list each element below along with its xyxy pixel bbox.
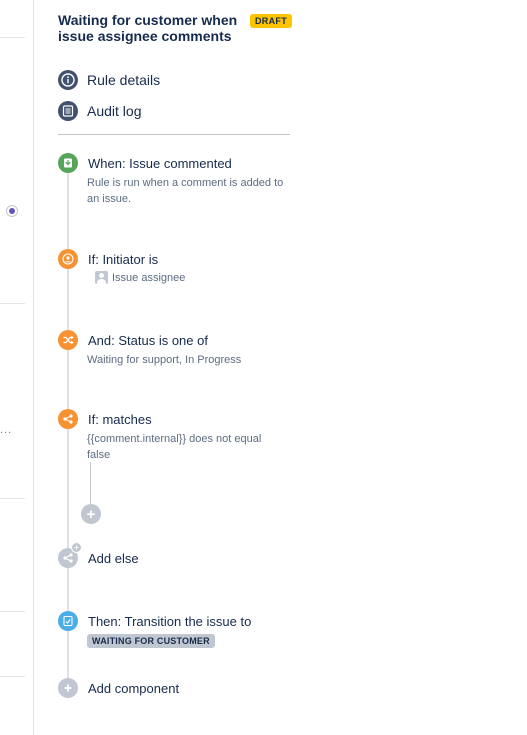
list-icon (58, 101, 78, 121)
branch-icon[interactable] (58, 409, 78, 429)
step-connector (67, 630, 69, 678)
condition-matches-title[interactable]: If: matches (88, 412, 152, 427)
trigger-title[interactable]: When: Issue commented (88, 156, 232, 171)
condition-status-description: Waiting for support, In Progress (87, 354, 242, 366)
info-icon (58, 70, 78, 90)
left-ellipsis: ... (0, 424, 13, 436)
add-component-button[interactable]: Add component (88, 681, 179, 696)
initiator-value-label: Issue assignee (112, 271, 186, 284)
section-divider (58, 134, 290, 135)
plus-icon[interactable] (58, 678, 78, 698)
action-transition-title[interactable]: Then: Transition the issue to (88, 614, 251, 629)
trigger-icon[interactable] (58, 153, 78, 173)
branch-line (90, 462, 91, 504)
audit-log-label: Audit log (87, 103, 142, 119)
left-radio-button[interactable] (6, 205, 18, 217)
add-else-button[interactable]: Add else (88, 551, 139, 566)
step-connector (67, 428, 69, 548)
transition-icon[interactable] (58, 611, 78, 631)
rule-details-link[interactable]: Rule details (58, 70, 160, 90)
condition-matches-description: {{comment.internal}} does not equal fals… (87, 433, 262, 461)
rule-title: Waiting for customer when issue assignee… (58, 12, 238, 44)
plus-icon: + (86, 505, 96, 523)
add-branch-component-button[interactable]: + (81, 504, 101, 524)
user-icon[interactable] (58, 249, 78, 269)
left-divider (0, 611, 25, 612)
step-connector (67, 268, 69, 330)
shuffle-icon[interactable] (58, 330, 78, 350)
step-connector (67, 349, 69, 409)
initiator-value: Issue assignee (95, 271, 185, 284)
left-divider (0, 37, 25, 38)
rule-details-label: Rule details (87, 72, 161, 88)
step-connector (67, 567, 69, 611)
audit-log-link[interactable]: Audit log (58, 101, 141, 121)
trigger-description: Rule is run when a comment is added to a… (87, 177, 284, 205)
left-divider (0, 303, 25, 304)
plus-badge-icon: + (71, 542, 82, 553)
left-panel (0, 0, 34, 735)
avatar-icon (95, 271, 108, 284)
condition-status-title[interactable]: And: Status is one of (88, 333, 208, 348)
status-lozenge: WAITING FOR CUSTOMER (87, 634, 215, 648)
condition-initiator-title[interactable]: If: Initiator is (88, 252, 158, 267)
draft-badge: DRAFT (250, 14, 292, 28)
left-divider (0, 498, 25, 499)
step-connector (67, 173, 69, 249)
left-divider (0, 676, 25, 677)
